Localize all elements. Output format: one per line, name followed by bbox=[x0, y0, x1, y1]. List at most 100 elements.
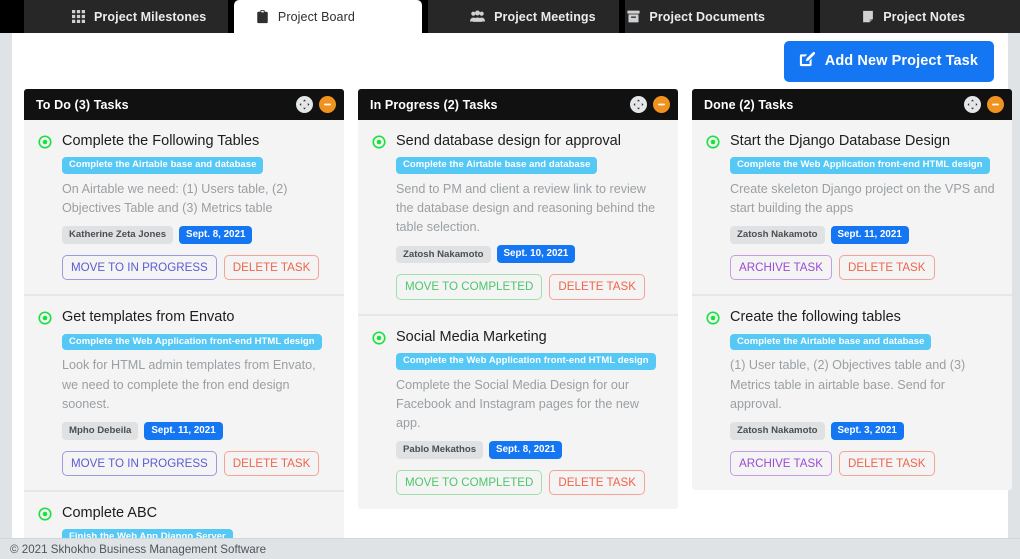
task-project-badge: Complete the Web Application front-end H… bbox=[730, 157, 990, 175]
task-description: Create skeleton Django project on the VP… bbox=[730, 182, 995, 216]
task-assignee: Zatosh Nakamoto bbox=[396, 245, 491, 264]
task-card-main: Complete the Following Tables Complete th… bbox=[62, 132, 330, 281]
tab-project-milestones[interactable]: Project Milestones bbox=[24, 0, 228, 33]
task-card: Complete the Following Tables Complete th… bbox=[24, 120, 344, 297]
task-assignee: Zatosh Nakamoto bbox=[730, 422, 825, 440]
task-card: Social Media Marketing Complete the Web A… bbox=[358, 316, 678, 510]
task-actions: MOVE TO IN PROGRESS DELETE TASK bbox=[62, 450, 330, 476]
tab-label: Project Notes bbox=[883, 9, 966, 24]
task-delete-button[interactable]: DELETE TASK bbox=[838, 450, 935, 476]
task-assignee: Katherine Zeta Jones bbox=[62, 226, 174, 244]
task-title: Send database design for approval bbox=[396, 133, 621, 149]
target-circle-icon bbox=[372, 330, 386, 348]
task-card: Create the following tables Complete the … bbox=[692, 296, 1012, 490]
task-project-badge: Complete the Airtable base and database bbox=[396, 157, 598, 175]
task-card-top: Start the Django Database Design Complete… bbox=[706, 132, 998, 281]
column-header: To Do (3) Tasks bbox=[24, 89, 344, 120]
pencil-square-icon bbox=[798, 51, 815, 72]
task-due-date: Sept. 11, 2021 bbox=[144, 421, 223, 440]
task-delete-button[interactable]: DELETE TASK bbox=[549, 469, 645, 496]
tab-label: Project Milestones bbox=[94, 9, 207, 24]
task-card-top: Send database design for approval Complet… bbox=[372, 132, 664, 300]
task-meta-row: Katherine Zeta Jones Sept. 8, 2021 bbox=[62, 226, 330, 245]
task-primary-action-button[interactable]: ARCHIVE TASK bbox=[730, 450, 832, 476]
target-circle-icon bbox=[372, 135, 386, 152]
task-project-badge: Complete the Airtable base and database bbox=[62, 157, 264, 175]
board-column: Done (2) Tasks Start the Django Database … bbox=[692, 89, 1012, 490]
tab-project-notes[interactable]: Project Notes bbox=[820, 0, 1020, 33]
task-primary-action-button[interactable]: MOVE TO COMPLETED bbox=[396, 469, 543, 496]
column-actions bbox=[630, 96, 670, 113]
task-delete-button[interactable]: DELETE TASK bbox=[223, 450, 320, 476]
task-meta-row: Mpho Debeila Sept. 11, 2021 bbox=[62, 421, 330, 440]
column-actions bbox=[296, 96, 336, 113]
task-primary-action-button[interactable]: MOVE TO COMPLETED bbox=[396, 274, 543, 300]
task-meta-row: Zatosh Nakamoto Sept. 10, 2021 bbox=[396, 245, 664, 264]
tab-project-documents[interactable]: Project Documents bbox=[625, 0, 815, 33]
task-card-main: Create the following tables Complete the … bbox=[730, 308, 998, 476]
task-project-badge-wrap: Complete the Airtable base and database bbox=[62, 155, 330, 180]
task-meta-row: Zatosh Nakamoto Sept. 3, 2021 bbox=[730, 421, 998, 440]
task-card-top: Social Media Marketing Complete the Web A… bbox=[372, 328, 664, 496]
task-assignee: Zatosh Nakamoto bbox=[730, 226, 825, 244]
task-meta-row: Pablo Mekathos Sept. 8, 2021 bbox=[396, 441, 664, 459]
add-new-project-task-button[interactable]: Add New Project Task bbox=[783, 40, 994, 82]
task-title: Social Media Marketing bbox=[396, 328, 547, 345]
task-primary-action-button[interactable]: MOVE TO IN PROGRESS bbox=[62, 450, 217, 476]
task-card-main: Social Media Marketing Complete the Web A… bbox=[396, 328, 664, 496]
page-footer: © 2021 Skhokho Business Management Softw… bbox=[0, 538, 1020, 559]
task-title: Complete ABC bbox=[62, 504, 158, 521]
task-due-date: Sept. 8, 2021 bbox=[179, 226, 253, 245]
task-project-badge: Complete the Web Application front-end H… bbox=[396, 352, 656, 370]
tab-project-board[interactable]: Project Board bbox=[233, 0, 423, 33]
task-delete-button[interactable]: DELETE TASK bbox=[549, 274, 645, 300]
task-title: Get templates from Envato bbox=[62, 309, 235, 326]
task-project-badge-wrap: Complete the Web Application front-end H… bbox=[62, 332, 330, 357]
column-body: Start the Django Database Design Complete… bbox=[692, 120, 1012, 490]
task-title: Create the following tables bbox=[730, 309, 901, 326]
target-circle-icon bbox=[38, 507, 52, 524]
task-primary-action-button[interactable]: ARCHIVE TASK bbox=[730, 255, 832, 281]
task-project-badge-wrap: Complete the Airtable base and database bbox=[396, 155, 664, 180]
task-card-main: Get templates from Envato Complete the We… bbox=[62, 308, 330, 476]
task-card-top: Complete the Following Tables Complete th… bbox=[38, 132, 330, 281]
task-title: Complete the Following Tables bbox=[62, 133, 260, 149]
arrows-move-icon[interactable] bbox=[630, 96, 647, 113]
task-actions: MOVE TO COMPLETED DELETE TASK bbox=[396, 469, 664, 496]
task-description: (1) User table, (2) Objectives table and… bbox=[730, 358, 966, 411]
column-title: Done (2) Tasks bbox=[704, 97, 794, 112]
task-card-main: Send database design for approval Complet… bbox=[396, 132, 664, 300]
task-actions: ARCHIVE TASK DELETE TASK bbox=[730, 450, 998, 476]
task-description: Look for HTML admin templates from Envat… bbox=[62, 358, 316, 411]
task-card-top: Create the following tables Complete the … bbox=[706, 308, 998, 476]
main-tabbar: Project Milestones Project Board Project… bbox=[0, 0, 1020, 33]
task-assignee: Pablo Mekathos bbox=[396, 441, 484, 459]
column-title: To Do (3) Tasks bbox=[36, 97, 129, 112]
arrows-move-icon[interactable] bbox=[296, 96, 313, 113]
task-description: Complete the Social Media Design for our… bbox=[396, 377, 639, 430]
minus-circle-icon[interactable] bbox=[987, 96, 1004, 113]
task-meta-row: Zatosh Nakamoto Sept. 11, 2021 bbox=[730, 226, 998, 245]
arrows-move-icon[interactable] bbox=[964, 96, 981, 113]
task-card: Get templates from Envato Complete the We… bbox=[24, 296, 344, 492]
board-column: In Progress (2) Tasks Send database desig… bbox=[358, 89, 678, 510]
task-card-main: Start the Django Database Design Complete… bbox=[730, 132, 998, 281]
task-assignee: Mpho Debeila bbox=[62, 422, 139, 440]
task-due-date: Sept. 10, 2021 bbox=[496, 245, 576, 264]
task-project-badge: Complete the Airtable base and database bbox=[730, 333, 932, 351]
task-delete-button[interactable]: DELETE TASK bbox=[838, 255, 935, 281]
minus-circle-icon[interactable] bbox=[319, 96, 336, 113]
task-project-badge: Complete the Web Application front-end H… bbox=[62, 333, 322, 351]
task-description: On Airtable we need: (1) Users table, (2… bbox=[62, 182, 288, 216]
tab-project-meetings[interactable]: Project Meetings bbox=[428, 0, 620, 33]
task-primary-action-button[interactable]: MOVE TO IN PROGRESS bbox=[62, 255, 217, 281]
copyright-text: © 2021 Skhokho Business Management Softw… bbox=[10, 542, 267, 556]
task-description: Send to PM and client a review link to r… bbox=[396, 182, 656, 235]
task-project-badge-wrap: Complete the Airtable base and database bbox=[730, 332, 998, 357]
minus-circle-icon[interactable] bbox=[653, 96, 670, 113]
task-project-badge-wrap: Complete the Web Application front-end H… bbox=[396, 351, 664, 376]
target-circle-icon bbox=[38, 135, 52, 152]
task-card: Start the Django Database Design Complete… bbox=[692, 120, 1012, 297]
task-delete-button[interactable]: DELETE TASK bbox=[223, 255, 320, 281]
content-area: Add New Project Task To Do (3) Tasks Comp… bbox=[12, 33, 1012, 559]
